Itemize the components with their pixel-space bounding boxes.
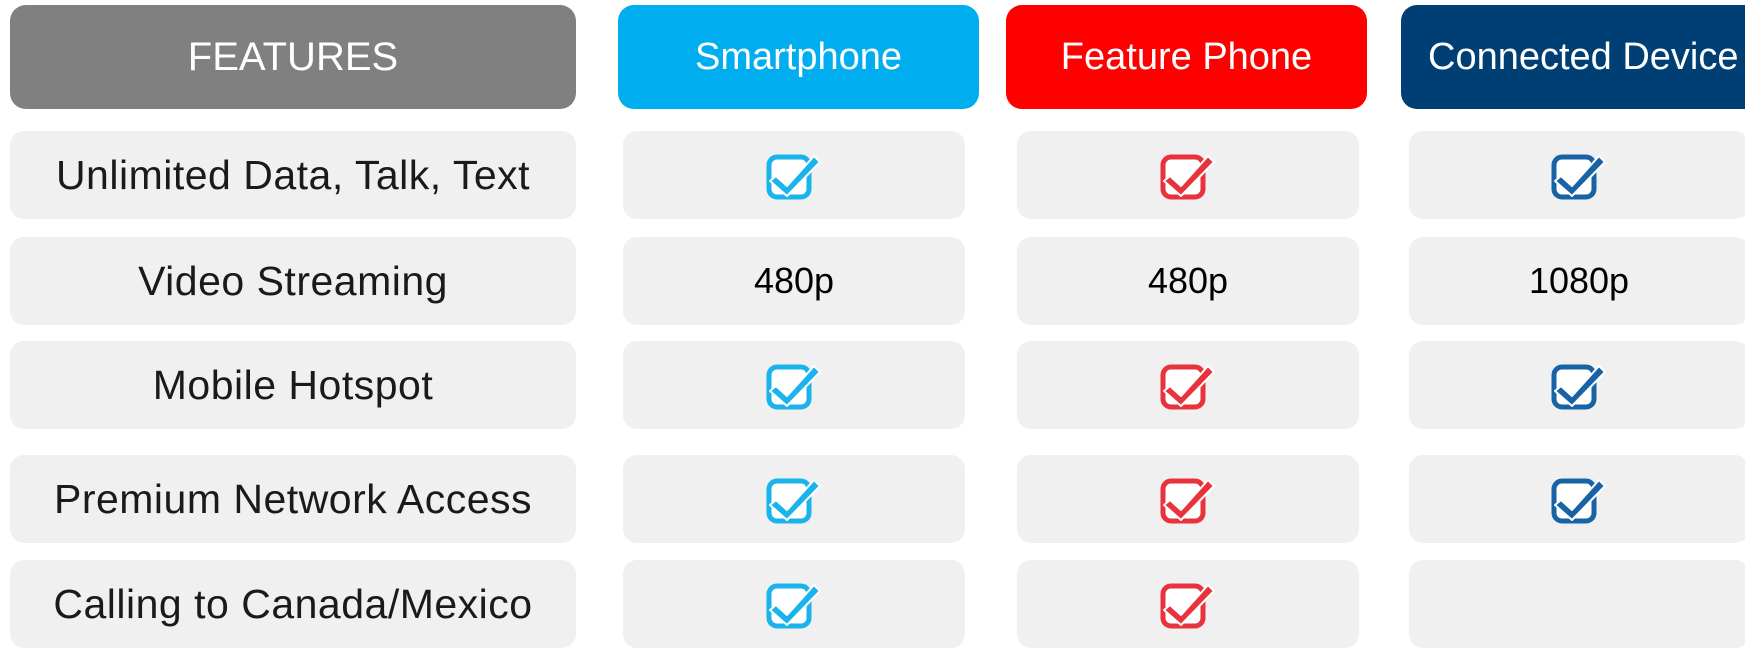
connected-device-cell — [1409, 560, 1745, 648]
check-icon — [1550, 149, 1608, 201]
check-icon — [765, 578, 823, 630]
check-icon — [1550, 359, 1608, 411]
feature-label: Premium Network Access — [10, 455, 576, 543]
feature-phone-header: Feature Phone — [1006, 5, 1367, 109]
connected-device-cell — [1409, 341, 1745, 429]
features-header: FEATURES — [10, 5, 576, 109]
feature-phone-cell: 480p — [1017, 237, 1359, 325]
check-icon — [1159, 149, 1217, 201]
feature-phone-cell — [1017, 560, 1359, 648]
check-icon — [1159, 578, 1217, 630]
connected-device-cell: 1080p — [1409, 237, 1745, 325]
check-icon — [765, 149, 823, 201]
connected-device-cell — [1409, 455, 1745, 543]
smartphone-cell — [623, 560, 965, 648]
check-icon — [1159, 473, 1217, 525]
smartphone-cell — [623, 131, 965, 219]
feature-phone-cell — [1017, 455, 1359, 543]
smartphone-cell: 480p — [623, 237, 965, 325]
connected-device-header: Connected Device — [1401, 5, 1745, 109]
check-icon — [1159, 359, 1217, 411]
smartphone-header: Smartphone — [618, 5, 979, 109]
feature-label: Mobile Hotspot — [10, 341, 576, 429]
video-resolution: 1080p — [1528, 260, 1630, 301]
feature-label: Calling to Canada/Mexico — [10, 560, 576, 648]
connected-device-cell — [1409, 131, 1745, 219]
feature-phone-cell — [1017, 341, 1359, 429]
smartphone-cell — [623, 455, 965, 543]
video-resolution: 480p — [753, 260, 835, 301]
check-icon — [1550, 473, 1608, 525]
feature-phone-cell — [1017, 131, 1359, 219]
smartphone-cell — [623, 341, 965, 429]
feature-label: Video Streaming — [10, 237, 576, 325]
video-resolution: 480p — [1147, 260, 1229, 301]
check-icon — [765, 473, 823, 525]
feature-label: Unlimited Data, Talk, Text — [10, 131, 576, 219]
check-icon — [765, 359, 823, 411]
